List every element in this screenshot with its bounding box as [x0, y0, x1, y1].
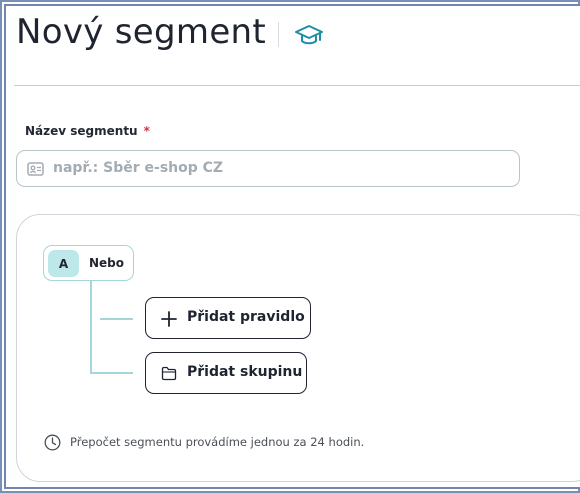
- folder-icon: [161, 366, 177, 381]
- add-group-button[interactable]: Přidat skupinu: [145, 352, 307, 394]
- add-rule-label: Přidat pravidlo: [187, 309, 305, 325]
- tree-connector-rule: [100, 318, 133, 320]
- title-divider: [278, 22, 279, 47]
- clock-icon: [44, 434, 61, 451]
- add-rule-button[interactable]: Přidat pravidlo: [145, 297, 311, 339]
- group-operator-label: Nebo: [89, 256, 125, 270]
- plus-icon: [161, 311, 177, 327]
- page-title: Nový segment: [16, 12, 267, 52]
- group-operator-pill[interactable]: A Nebo: [43, 245, 134, 281]
- segment-name-input[interactable]: např.: Sběr e-shop CZ: [16, 150, 520, 187]
- segment-name-placeholder: např.: Sběr e-shop CZ: [53, 160, 224, 176]
- add-group-label: Přidat skupinu: [187, 364, 303, 380]
- segment-name-label-text: Název segmentu: [25, 124, 138, 138]
- tree-connector-group: [100, 372, 133, 374]
- tree-connector-vertical: [90, 281, 92, 372]
- id-card-icon: [27, 162, 44, 176]
- segment-name-label: Název segmentu *: [25, 124, 150, 138]
- tree-connector-corner: [90, 372, 100, 374]
- group-badge: A: [48, 250, 79, 277]
- recalculation-note: Přepočet segmentu provádíme jednou za 24…: [70, 435, 365, 449]
- required-marker: *: [143, 124, 150, 138]
- graduation-cap-icon[interactable]: [294, 22, 324, 48]
- header-divider: [14, 85, 580, 86]
